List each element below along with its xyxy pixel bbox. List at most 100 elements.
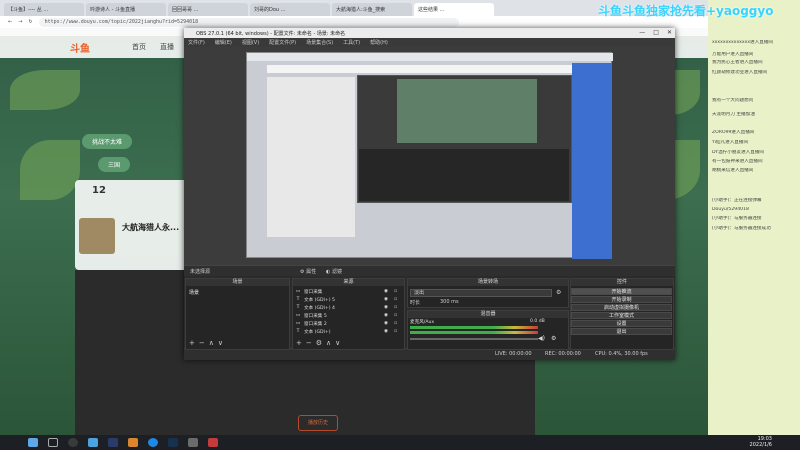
volume-slider[interactable] [410, 338, 538, 340]
lock-icon[interactable]: ▫ [394, 297, 397, 302]
menu-edit[interactable]: 编辑(E) [215, 39, 232, 47]
cpu-status: CPU: 0.4%, 30.00 fps [595, 351, 648, 357]
browser-tab[interactable]: 刘哥的Dou ... [250, 3, 330, 16]
close-icon[interactable]: ✕ [667, 29, 672, 36]
decor-leaf [20, 140, 80, 200]
source-name: 窗口采集 [304, 290, 323, 295]
menu-tools[interactable]: 工具(T) [343, 39, 360, 47]
eye-icon[interactable]: ◉ [384, 305, 388, 310]
app-icon[interactable] [188, 438, 198, 447]
browser-tab[interactable]: 回回哥哥 ... [168, 3, 248, 16]
live-status: LIVE: 00:00:00 [495, 351, 532, 357]
reload-icon[interactable]: ↻ [28, 19, 32, 25]
source-name: 窗口采集 5 [304, 314, 327, 319]
browser-tab-active[interactable]: 这些结果 ... [414, 3, 494, 16]
source-row[interactable]: T 文本 (GDI+) 5 ◉ ▫ [294, 297, 404, 303]
app-icon[interactable] [208, 438, 218, 447]
start-recording-button[interactable]: 开始录制 [571, 296, 672, 303]
category-chip[interactable]: 挑战不太难 [82, 134, 133, 149]
transition-select[interactable]: 淡出 [410, 289, 552, 297]
window-capture-icon: ▭ [295, 321, 301, 326]
menu-help[interactable]: 帮助(H) [370, 39, 388, 47]
source-row[interactable]: T 文本 (GDI+) ◉ ▫ [294, 329, 404, 335]
mixer-dock-title: 混音器 [408, 311, 568, 318]
lock-icon[interactable]: ▫ [394, 329, 397, 334]
file-explorer-icon[interactable] [128, 438, 138, 447]
browser-tab[interactable]: 大航海猎人:斗鱼_搜索 [332, 3, 412, 16]
lock-icon[interactable]: ▫ [394, 313, 397, 318]
filters-button[interactable]: ◐ 滤镜 [326, 268, 342, 275]
source-name: 窗口采集 2 [304, 322, 327, 327]
eye-icon[interactable]: ◉ [384, 297, 388, 302]
menu-file[interactable]: 文件(F) [188, 39, 205, 47]
obs-app-icon[interactable] [68, 438, 78, 447]
filters-label: 滤镜 [331, 269, 342, 275]
edge-app-icon[interactable] [148, 438, 158, 447]
properties-label: 属性 [306, 269, 317, 275]
audio-meter [410, 331, 538, 334]
anchor-avatar[interactable] [79, 218, 115, 254]
browser-tab[interactable]: 【斗鱼】---- 丛 ... [4, 3, 84, 16]
window-capture-icon: ▭ [295, 289, 301, 294]
duration-value[interactable]: 300 ms [440, 299, 459, 305]
browser-app-icon[interactable] [88, 438, 98, 447]
site-logo[interactable]: 斗鱼 [70, 40, 90, 55]
scenes-dock-title: 场景 [186, 279, 289, 286]
stream-watermark: 斗鱼斗鱼独家抢先看+yaoggyo [598, 4, 774, 18]
scene-item[interactable]: 场景 [189, 289, 199, 296]
source-dock-toolbar[interactable]: +−⚙∧∨ [296, 339, 344, 347]
lock-icon[interactable]: ▫ [394, 289, 397, 294]
menu-profile[interactable]: 配置文件(P) [269, 39, 296, 47]
decor-leaf [10, 70, 80, 110]
settings-button[interactable]: 设置 [571, 320, 672, 327]
exit-button[interactable]: 退出 [571, 328, 672, 335]
transitions-dock-title: 场景转场 [408, 279, 568, 286]
rec-status: REC: 00:00:00 [545, 351, 581, 357]
source-row[interactable]: ▭ 窗口采集 5 ◉ ▫ [294, 313, 404, 319]
speaker-icon[interactable]: ◀) [538, 335, 545, 342]
category-chip[interactable]: 三国 [98, 157, 131, 172]
eye-icon[interactable]: ◉ [384, 313, 388, 318]
properties-button[interactable]: ⚙ 属性 [300, 268, 316, 275]
search-icon[interactable] [48, 438, 58, 447]
mixer-track-name: 麦克风/Aux [410, 320, 435, 325]
start-streaming-button[interactable]: 开始推流 [571, 288, 672, 295]
source-row[interactable]: ▭ 窗口采集 2 ◉ ▫ [294, 321, 404, 327]
gear-icon[interactable]: ⚙ [551, 335, 556, 342]
viewer-count: 12 [92, 185, 106, 196]
capture-docks [359, 149, 569, 201]
system-clock[interactable]: 19:03 2022/1/6 [750, 436, 772, 448]
start-virtual-camera-button[interactable]: 启动虚拟摄像机 [571, 304, 672, 311]
scene-dock-toolbar[interactable]: +−∧∨ [189, 339, 227, 347]
menu-scene-collection[interactable]: 场景集合(S) [306, 39, 333, 47]
lock-icon[interactable]: ▫ [394, 321, 397, 326]
obs-titlebar: OBS 27.0.1 (64 bit, windows) - 配置文件: 未命名… [184, 28, 675, 38]
forward-icon[interactable]: → [18, 19, 22, 25]
start-icon[interactable] [28, 438, 38, 447]
source-row[interactable]: T 文本 (GDI+) 4 ◉ ▫ [294, 305, 404, 311]
eye-icon[interactable]: ◉ [384, 329, 388, 334]
menu-view[interactable]: 视图(V) [242, 39, 259, 47]
nav-item-live[interactable]: 直播 [160, 42, 174, 52]
gear-icon[interactable]: ⚙ [556, 289, 561, 296]
clock-date: 2022/1/6 [749, 442, 772, 448]
eye-icon[interactable]: ◉ [384, 321, 388, 326]
source-row[interactable]: ▭ 窗口采集 ◉ ▫ [294, 289, 404, 295]
source-name: 文本 (GDI+) 5 [304, 298, 335, 303]
eye-icon[interactable]: ◉ [384, 289, 388, 294]
duration-label: 时长 [410, 300, 421, 306]
lock-icon[interactable]: ▫ [394, 305, 397, 310]
minimize-icon[interactable]: — [639, 29, 645, 36]
studio-mode-button[interactable]: 工作室模式 [571, 312, 672, 319]
back-icon[interactable]: ← [8, 19, 12, 25]
nav-item-home[interactable]: 首页 [132, 42, 146, 52]
text-source-icon: T [296, 329, 300, 334]
url-input[interactable]: https://www.douyu.com/topic/2022jianghu?… [38, 17, 459, 27]
photoshop-app-icon[interactable] [108, 438, 118, 447]
browser-tab[interactable]: 吟游诗人 - 斗鱼直播 [86, 3, 166, 16]
text-source-icon: T [296, 297, 300, 302]
chat-message: xxxxxxxxxxxxxx进入直播间 [712, 40, 774, 45]
maximize-icon[interactable]: □ [653, 29, 659, 36]
play-history-button[interactable]: 播放历史 [298, 415, 338, 431]
steam-app-icon[interactable] [168, 438, 178, 447]
